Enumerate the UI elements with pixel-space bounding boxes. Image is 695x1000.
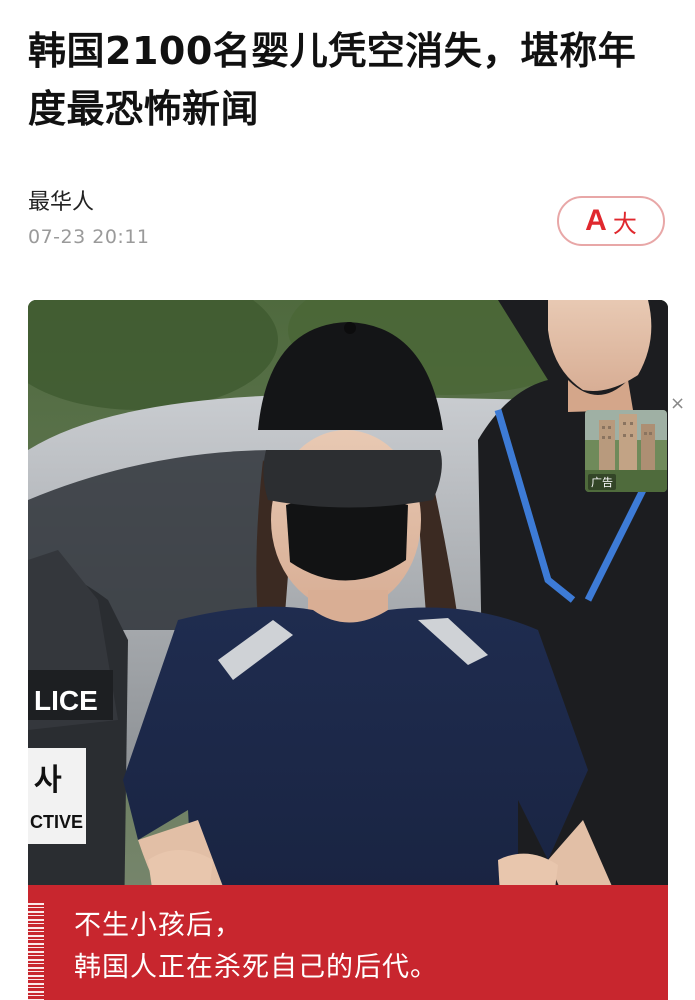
ad-thumbnail[interactable]: 广告 — [585, 410, 667, 492]
ad-close-icon[interactable]: × — [670, 395, 686, 413]
author-name[interactable]: 最华人 — [28, 184, 94, 216]
article-title: 韩国2100名婴儿凭空消失，堪称年度最恐怖新闻 — [28, 29, 637, 131]
font-size-icon: A — [585, 204, 607, 237]
image-caption-band: 不生小孩后， 韩国人正在杀死自己的后代。 — [28, 885, 668, 1000]
police-badge-text: CTIVE — [30, 812, 83, 832]
publish-timestamp: 07-23 20:11 — [28, 226, 150, 248]
ad-label: 广告 — [588, 474, 616, 490]
font-size-button[interactable]: A 大 — [557, 196, 665, 246]
font-size-label: 大 — [612, 209, 637, 238]
police-badge-korean: 사 — [34, 763, 62, 798]
caption-line-2: 韩国人正在杀死自己的后代。 — [74, 952, 438, 983]
caption-line-1: 不生小孩后， — [74, 910, 242, 941]
decorative-barcode — [28, 903, 44, 1000]
police-vest-text: LICE — [34, 685, 98, 716]
